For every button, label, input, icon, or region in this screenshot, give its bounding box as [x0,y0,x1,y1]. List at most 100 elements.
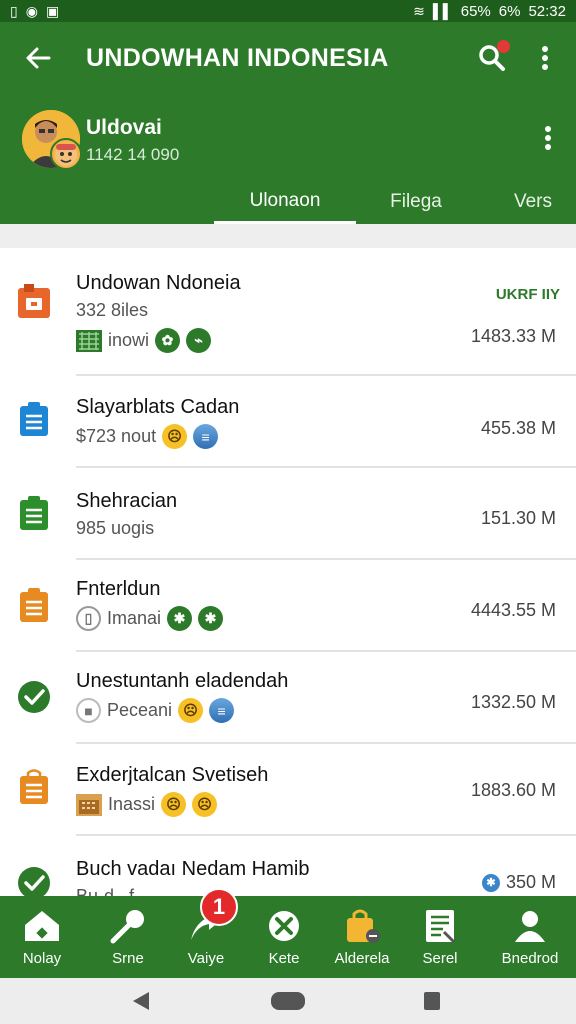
bag-icon [342,908,382,944]
list-item[interactable]: Buch vadaı Nedam Hamib Bu-d...f ✱ 350 M [0,836,576,898]
nav-label: Nolay [22,950,62,967]
item-meta: ■ Pecеani ☹ ≡ [76,698,235,723]
wifi-icon: ≋ [413,3,425,19]
emoji-face-icon: ☹ [162,424,188,449]
record-icon: ◉ [25,3,38,19]
green-bag-icon [20,496,48,530]
nav-item-alderela[interactable]: Alderela [322,896,402,978]
item-meta: $723 nout ☹ ≡ [76,424,219,449]
item-subtitle: 985 uogis [76,518,155,538]
emoji-face-icon: ☹ [161,792,187,817]
list-item[interactable]: Unestuntanh eladendah ■ Pecеani ☹ ≡ 1332… [0,652,576,744]
globe-icon: ≡ [193,424,219,449]
face-icon [55,144,77,166]
green-chip-icon: ✱ [167,606,193,631]
item-title: Fnterldun [76,578,161,600]
system-recents-button[interactable] [420,988,444,1014]
list-item[interactable]: Fnterldun ▯ Imanai ✱ ✱ 4443.55 M [0,560,576,652]
list-item[interactable]: Exderjtalcan Svetiseh Inassi ☹ ☹ 1883.60… [0,744,576,836]
item-meta-text: Inassi [108,794,156,814]
pill-home-icon [271,992,305,1010]
tab-vers[interactable]: Vers [496,180,570,224]
item-size: 1483.33 M [470,326,556,346]
pin-icon [108,908,148,944]
search-badge [497,40,510,53]
app-header: UNDOWHAN INDONESIA Uldovai 1142 14 090 U… [0,22,576,224]
item-size-group: ✱ 350 M [481,872,556,893]
item-meta-text: inowi [108,330,150,350]
green-chip-icon: ✿ [155,328,181,353]
nav-item-nolay[interactable]: Nolay [2,896,82,978]
person-icon [510,908,550,944]
overflow-menu-button[interactable] [530,40,560,76]
list-item[interactable]: Slayarblats Cadan $723 nout ☹ ≡ 455.38 M [0,376,576,468]
sim-icon: ▯ [10,3,18,19]
tab-filega[interactable]: Filega [366,180,466,224]
blue-bag-icon [20,402,48,436]
profile-subtitle: 1142 14 090 [86,145,180,164]
gray-box-icon: ■ [76,698,101,723]
item-title: Slayarblats Cadan [76,396,240,418]
item-size: 350 M [505,872,556,892]
home-icon [22,908,62,944]
nav-item-srne[interactable]: Srne [88,896,168,978]
item-subtitle: 332 8iles [76,300,149,320]
green-chip-icon: ⌁ [186,328,212,353]
nav-label: Srne [112,950,144,967]
orange-bag-icon [18,284,50,318]
back-button[interactable] [18,40,58,76]
item-title: Exderjtalcan Svetiseh [76,764,269,786]
item-meta: Inassi ☹ ☹ [76,792,218,817]
item-subtitle: $723 nout [76,426,157,446]
system-back-button[interactable] [128,988,154,1014]
app-title: UNDOWHAN INDONESIA [86,44,389,72]
toolbar: UNDOWHAN INDONESIA [0,22,576,94]
item-meta-text: Imanai [107,608,162,628]
status-time: 52:32 [528,2,566,20]
profile-name: Uldovai [86,116,162,139]
back-arrow-icon [26,47,51,69]
system-nav-bar [0,978,576,1024]
item-title: Shehracian [76,490,178,512]
notification-badge: 1 [200,888,238,926]
orange-bag-icon [20,769,48,804]
tab-bar: Ulonaon Filega Vers [0,180,576,224]
document-icon [420,908,460,944]
nav-label: Alderela [334,950,390,967]
item-size: 151.30 M [480,508,556,528]
nav-item-kete[interactable]: Kete [244,896,324,978]
outline-chip-icon: ▯ [76,606,101,631]
nav-label: Vaiye [187,950,225,967]
avatar-secondary [50,138,82,170]
item-meta-text: Pecеani [107,700,173,720]
tab-ulonaon[interactable]: Ulonaon [214,180,356,224]
item-title: Buch vadaı Nedam Hamib [76,858,310,880]
photo-icon: ▣ [45,3,60,19]
system-home-button[interactable] [270,988,306,1014]
item-size: 455.38 M [480,418,556,438]
profile-more-button[interactable] [536,120,560,156]
emoji-face-icon: ☹ [192,792,218,817]
green-chip-icon: ✱ [198,606,224,631]
battery-a: 65% [460,2,491,20]
bottom-nav: Nolay Srne Vaiye Kete Alderela Serel Bne… [0,896,576,978]
nav-item-serel[interactable]: Serel [400,896,480,978]
item-tag: UKRF IIY [495,286,560,303]
item-meta: inowi ✿ ⌁ [76,328,212,353]
status-left: ▯ ◉ ▣ [10,4,59,18]
list-item[interactable]: Shehracian 985 uogis 151.30 M [0,468,576,560]
emoji-face-icon: ☹ [178,698,204,723]
globe-icon: ≡ [209,698,235,723]
cancel-icon [264,908,304,944]
nav-label: Bnedrod [501,950,559,967]
nav-item-bnedrod[interactable]: Bnedrod [490,896,570,978]
more-vert-icon [542,46,548,70]
building-thumb-icon [76,793,102,816]
item-size: 1332.50 M [470,692,556,712]
list-item[interactable]: Undowan Ndoneia 332 8iles inowi ✿ ⌁ UKRF… [0,248,576,376]
nav-label: Serel [422,950,458,967]
profile-section: Uldovai 1142 14 090 [0,108,576,178]
item-title: Unestuntanh eladendah [76,670,289,692]
item-title: Undowan Ndoneia [76,272,241,294]
search-button[interactable] [472,38,512,78]
